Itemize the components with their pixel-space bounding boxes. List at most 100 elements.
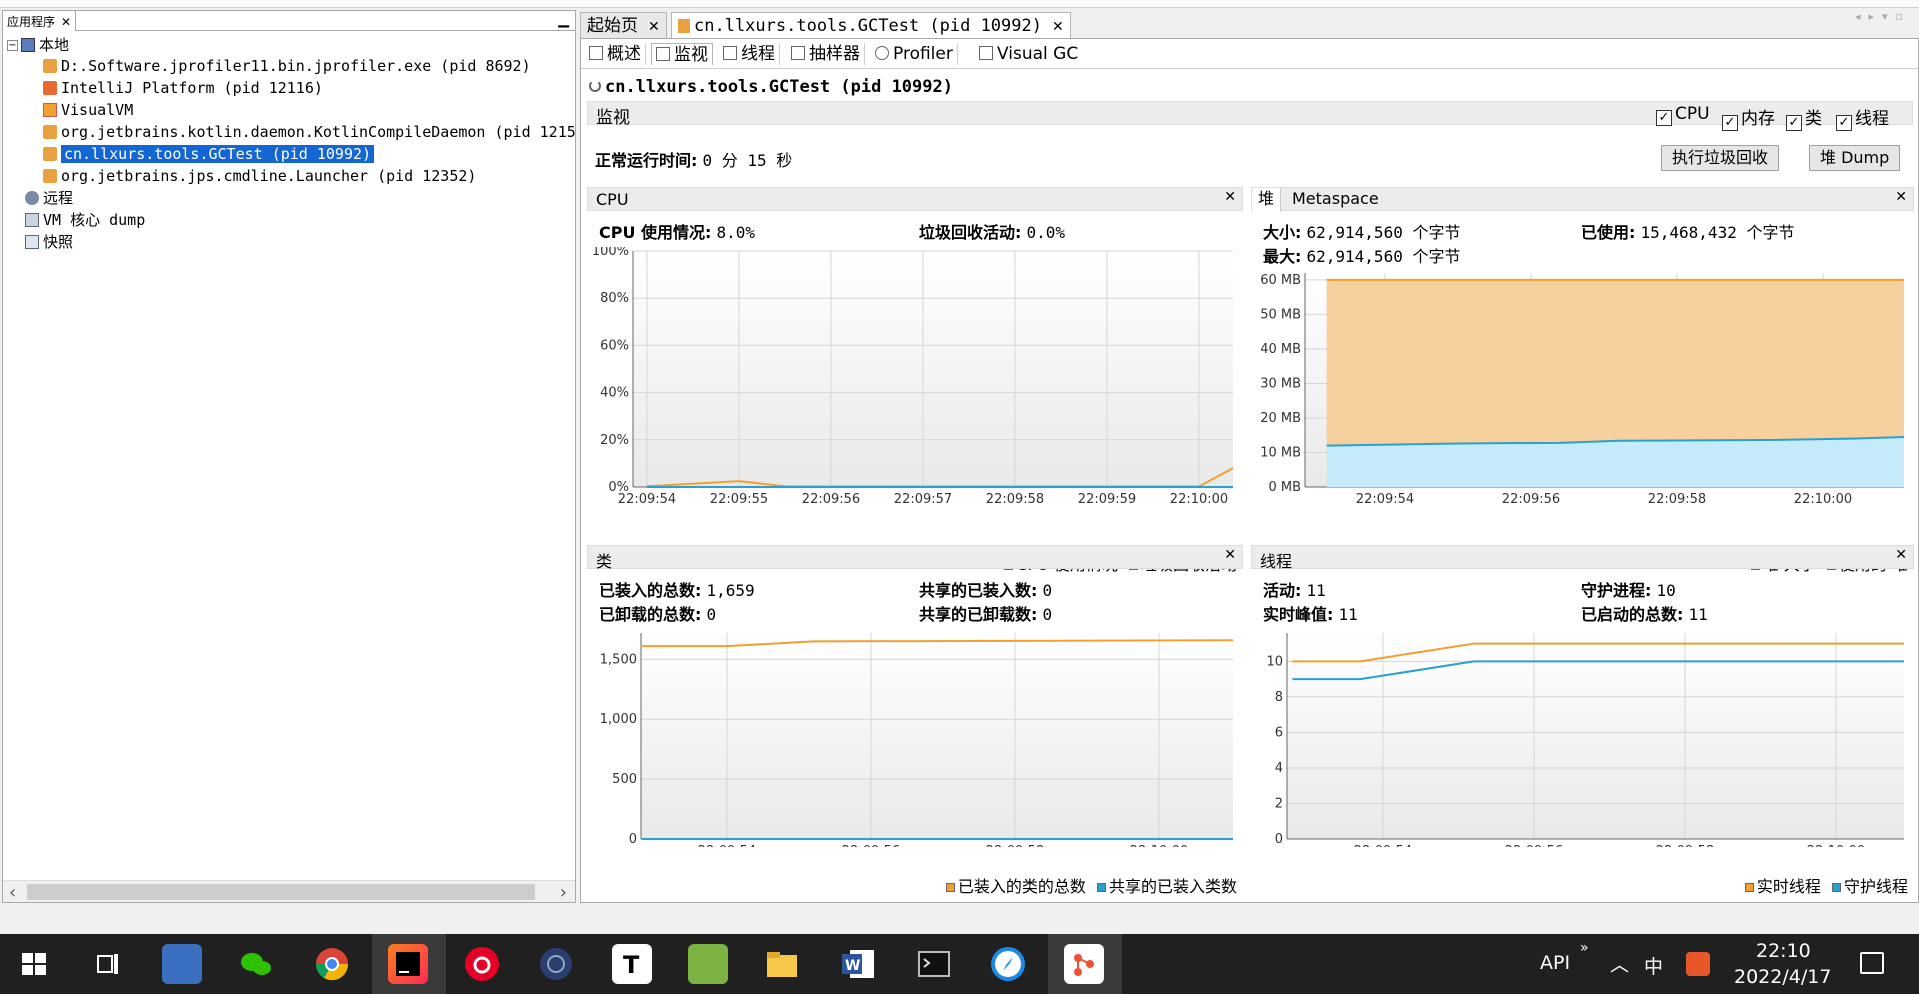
file-explorer-icon[interactable] [762, 944, 802, 984]
close-icon[interactable]: ✕ [61, 15, 71, 29]
cpu-panel-header: CPU ✕ [587, 187, 1243, 211]
scroll-right-icon[interactable]: › [560, 882, 567, 903]
tree-item-jprofiler[interactable]: D:.Software.jprofiler11.bin.jprofiler.ex… [43, 55, 531, 77]
tab-profiler[interactable]: Profiler [871, 43, 958, 65]
minimize-icon[interactable]: ▁ [558, 12, 569, 28]
java-icon [43, 147, 57, 161]
legend-swatch [945, 883, 955, 892]
classes-panel: 类 ✕ 已装入的总数: 1,659 共享的已装入数: 0 已卸载的总数: 0 共… [587, 545, 1243, 901]
terminal-icon[interactable] [914, 944, 954, 984]
tree-item-jps-launcher[interactable]: org.jetbrains.jps.cmdline.Launcher (pid … [43, 165, 476, 187]
stat-value: 62,914,560 个字节 [1306, 223, 1461, 242]
tab-sampler[interactable]: 抽样器 [787, 43, 865, 65]
checkbox-label: 类 [1805, 109, 1822, 129]
tree-item-gctest[interactable]: cn.llxurs.tools.GCTest (pid 10992) [43, 143, 375, 165]
tree-item-visualvm[interactable]: VisualVM [43, 99, 133, 121]
collapse-icon[interactable]: − [7, 40, 18, 51]
x-tick-label: 22:10:00 [1170, 492, 1228, 507]
y-tick-label: 50 MB [1260, 307, 1301, 322]
clock-date[interactable]: 2022/4/17 [1734, 966, 1831, 988]
photos-app-icon[interactable] [162, 944, 202, 984]
cpu-panel: CPU ✕ CPU 使用情况: 8.0% 垃圾回收活动: 0.0% 0% 20% 4… [587, 187, 1243, 583]
tree-item-core-dump[interactable]: VM 核心 dump [25, 209, 145, 231]
heap-max-stat: 最大: 62,914,560 个字节 [1263, 243, 1460, 267]
applications-tab[interactable]: 应用程序 ✕ [3, 11, 77, 31]
heap-dump-button[interactable]: 堆 Dump [1809, 145, 1901, 171]
scroll-left-icon[interactable]: ‹ [9, 882, 16, 903]
live-threads-stat: 活动: 11 [1263, 577, 1326, 601]
intellij-icon [43, 81, 57, 95]
checkbox-label: 线程 [1855, 109, 1889, 129]
tree-item-kotlin-daemon[interactable]: org.jetbrains.kotlin.daemon.KotlinCompil… [43, 121, 575, 143]
tree-item-remote[interactable]: 远程 [25, 187, 73, 209]
git-icon[interactable] [1064, 944, 1104, 984]
close-icon[interactable]: ✕ [648, 19, 660, 35]
word-icon[interactable]: W [838, 944, 878, 984]
tray-api[interactable]: API [1540, 952, 1570, 974]
tab-monitor[interactable]: 监视 [651, 43, 713, 65]
tray-overflow-icon[interactable]: » [1580, 940, 1589, 956]
checkbox-cpu[interactable]: ✓ CPU [1656, 104, 1710, 126]
tab-start-page[interactable]: 起始页 ✕ [580, 12, 667, 38]
y-tick-label: 20% [600, 433, 629, 448]
subtab-label: Profiler [893, 44, 953, 64]
tree-item-snapshots[interactable]: 快照 [25, 231, 73, 253]
checkbox-label: 内存 [1741, 109, 1775, 129]
stat-label: 活动: [1263, 581, 1302, 600]
checkbox-classes[interactable]: ✓ 类 [1786, 104, 1822, 131]
daemon-threads-stat: 守护进程: 10 [1581, 577, 1676, 601]
x-tick-label: 22:09:54 [1356, 492, 1414, 507]
tab-navigation[interactable]: ◂▸▾▫ [1855, 10, 1911, 23]
tab-heap[interactable]: 堆 [1252, 188, 1282, 212]
y-tick-label: 100% [592, 247, 629, 259]
close-icon[interactable]: ✕ [1224, 547, 1236, 563]
wechat-icon[interactable] [236, 944, 276, 984]
notepad-plus-icon[interactable] [688, 944, 728, 984]
uptime: 正常运行时间: 0 分 15 秒 [595, 147, 792, 171]
task-view-icon[interactable] [88, 944, 128, 984]
x-tick-label: 22:09:56 [1505, 844, 1563, 847]
clock-time[interactable]: 22:10 [1756, 940, 1811, 962]
stat-value: 0 [1042, 581, 1053, 600]
tab-metaspace[interactable]: Metaspace [1286, 188, 1385, 212]
y-tick-label: 6 [1275, 725, 1283, 740]
tree-item-label: 本地 [39, 36, 70, 54]
tab-visual-gc[interactable]: Visual GC [975, 43, 1082, 65]
scrollbar-thumb[interactable] [27, 884, 535, 900]
panel-title: 类 [596, 552, 613, 571]
safari-icon[interactable] [988, 944, 1028, 984]
heap-chart: 0 MB 10 MB 20 MB 30 MB 40 MB 50 MB 60 MB 22:09:… [1260, 273, 1905, 507]
java-icon [43, 169, 57, 183]
status-area [0, 903, 1919, 934]
sogou-ime-icon[interactable] [1686, 952, 1710, 976]
typora-icon[interactable]: T [612, 944, 652, 984]
visualvm-taskbar-icon[interactable] [536, 944, 576, 984]
stat-label: 已使用: [1581, 223, 1636, 242]
close-icon[interactable]: ✕ [1895, 547, 1907, 563]
heap-used-stat: 已使用: 15,468,432 个字节 [1581, 219, 1794, 243]
notification-icon[interactable] [1860, 952, 1884, 974]
checkbox-memory[interactable]: ✓ 内存 [1722, 104, 1775, 131]
perform-gc-button[interactable]: 执行垃圾回收 [1661, 145, 1780, 171]
stat-label: 共享的已装入数: [919, 581, 1038, 600]
y-tick-label: 20 MB [1260, 411, 1301, 426]
stat-value: 0 [1042, 605, 1053, 624]
chrome-icon[interactable] [312, 944, 352, 984]
peak-threads-stat: 实时峰值: 11 [1263, 601, 1358, 625]
tab-gctest[interactable]: cn.llxurs.tools.GCTest (pid 10992) ✕ [671, 12, 1071, 38]
tray-ime[interactable]: 中 [1644, 952, 1663, 979]
tab-threads[interactable]: 线程 [719, 43, 780, 65]
tab-overview[interactable]: 概述 [585, 43, 646, 65]
checkbox-threads[interactable]: ✓ 线程 [1836, 104, 1889, 131]
intellij-icon[interactable] [388, 944, 428, 984]
show-hidden-icons-icon[interactable]: ︿ [1610, 950, 1629, 977]
tree-item-local[interactable]: 本地 [21, 34, 69, 56]
close-icon[interactable]: ✕ [1895, 189, 1907, 205]
taskbar: T W API » ︿ 中 22:10 2022/4/17 [0, 934, 1919, 994]
horizontal-scrollbar[interactable]: ‹ › [3, 880, 575, 903]
close-icon[interactable]: ✕ [1052, 19, 1064, 35]
start-icon[interactable] [14, 944, 54, 984]
netease-music-icon[interactable] [462, 944, 502, 984]
close-icon[interactable]: ✕ [1224, 189, 1236, 205]
tree-item-intellij[interactable]: IntelliJ Platform (pid 12116) [43, 77, 323, 99]
